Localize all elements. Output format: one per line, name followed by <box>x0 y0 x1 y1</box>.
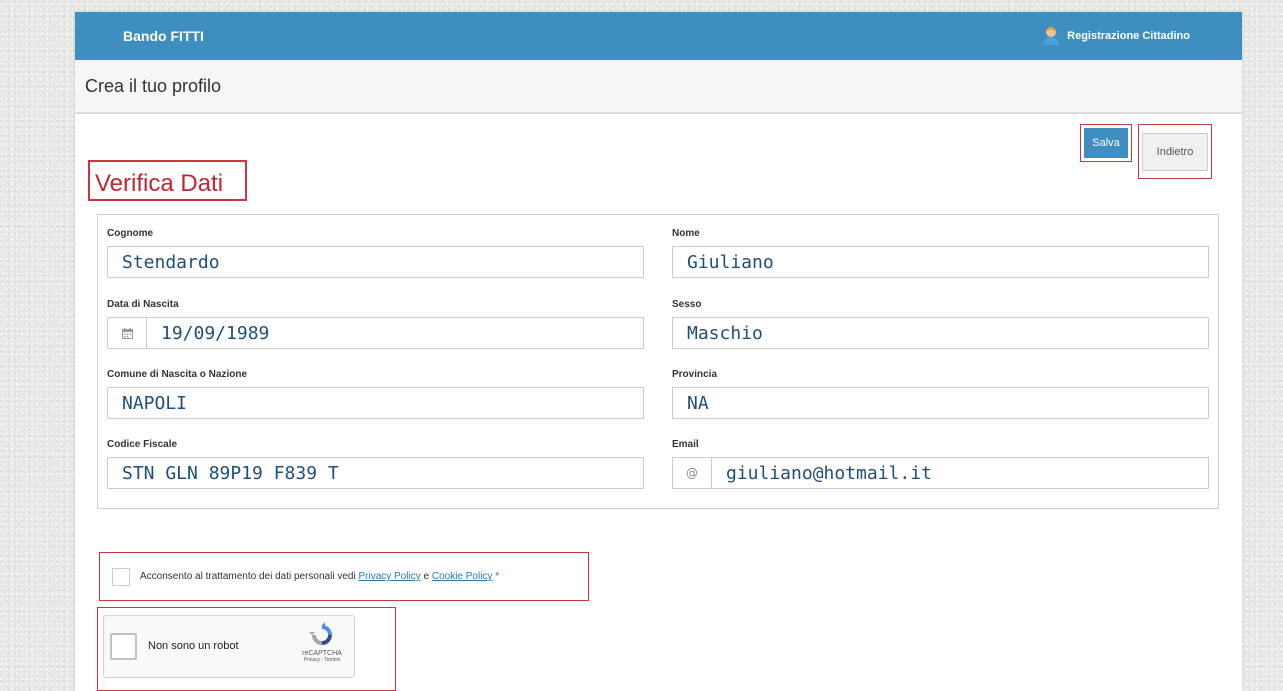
recaptcha-logo: reCAPTCHA Privacy - Termini <box>300 622 344 663</box>
field-label: Provincia <box>672 369 718 380</box>
field-label: Nome <box>672 228 700 239</box>
consent-checkbox[interactable] <box>112 568 130 586</box>
back-button[interactable]: Indietro <box>1138 124 1212 179</box>
save-button[interactable]: Salva <box>1080 124 1132 162</box>
cookie-policy-link[interactable]: Cookie Policy <box>432 571 493 582</box>
brand-link[interactable]: Bando FITTI <box>123 28 204 44</box>
app-container: Bando FITTI Registrazione Cittadino Crea… <box>75 12 1242 691</box>
consent-text: Acconsento al trattamento dei dati perso… <box>140 571 500 582</box>
privacy-policy-link[interactable]: Privacy Policy <box>358 571 420 582</box>
field-label: Data di Nascita <box>107 299 179 310</box>
field-label: Codice Fiscale <box>107 439 178 450</box>
page-header: Crea il tuo profilo <box>75 60 1242 114</box>
calendar-icon <box>108 318 147 348</box>
cognome-input[interactable]: Stendardo <box>107 246 644 278</box>
at-icon: @ <box>673 458 712 488</box>
user-menu[interactable]: Registrazione Cittadino <box>1043 27 1190 45</box>
recaptcha-terms[interactable]: Privacy - Termini <box>300 657 344 663</box>
page-title: Crea il tuo profilo <box>85 76 222 96</box>
recaptcha-brand: reCAPTCHA <box>302 650 342 657</box>
recaptcha-card: Non sono un robot reCAPTCHA Privacy - Te… <box>103 615 355 678</box>
captcha-widget: Non sono un robot reCAPTCHA Privacy - Te… <box>97 607 396 691</box>
field-label: Sesso <box>672 299 702 310</box>
section-title: Verifica Dati <box>88 160 247 201</box>
captcha-checkbox[interactable] <box>110 633 137 660</box>
nome-input[interactable]: Giuliano <box>672 246 1209 278</box>
codice-fiscale-input[interactable]: STN GLN 89P19 F839 T <box>107 457 644 489</box>
captcha-label: Non sono un robot <box>148 640 239 652</box>
data-nascita-input[interactable]: 19/09/1989 <box>107 317 644 349</box>
email-input[interactable]: @ giuliano@hotmail.it <box>672 457 1209 489</box>
provincia-input[interactable]: NA <box>672 387 1209 419</box>
user-avatar-icon <box>1043 27 1060 45</box>
sesso-input[interactable]: Maschio <box>672 317 1209 349</box>
field-label: Comune di Nascita o Nazione <box>107 369 248 380</box>
required-mark: * <box>495 571 500 582</box>
data-panel: Cognome Stendardo Nome Giuliano Data di … <box>97 214 1219 509</box>
consent-row: Acconsento al trattamento dei dati perso… <box>99 552 589 601</box>
field-label: Email <box>672 439 699 450</box>
comune-input[interactable]: NAPOLI <box>107 387 644 419</box>
top-navbar: Bando FITTI Registrazione Cittadino <box>75 12 1242 60</box>
back-button-label: Indietro <box>1142 132 1208 171</box>
user-menu-label: Registrazione Cittadino <box>1067 30 1190 42</box>
recaptcha-icon <box>309 622 332 645</box>
field-label: Cognome <box>107 228 154 239</box>
